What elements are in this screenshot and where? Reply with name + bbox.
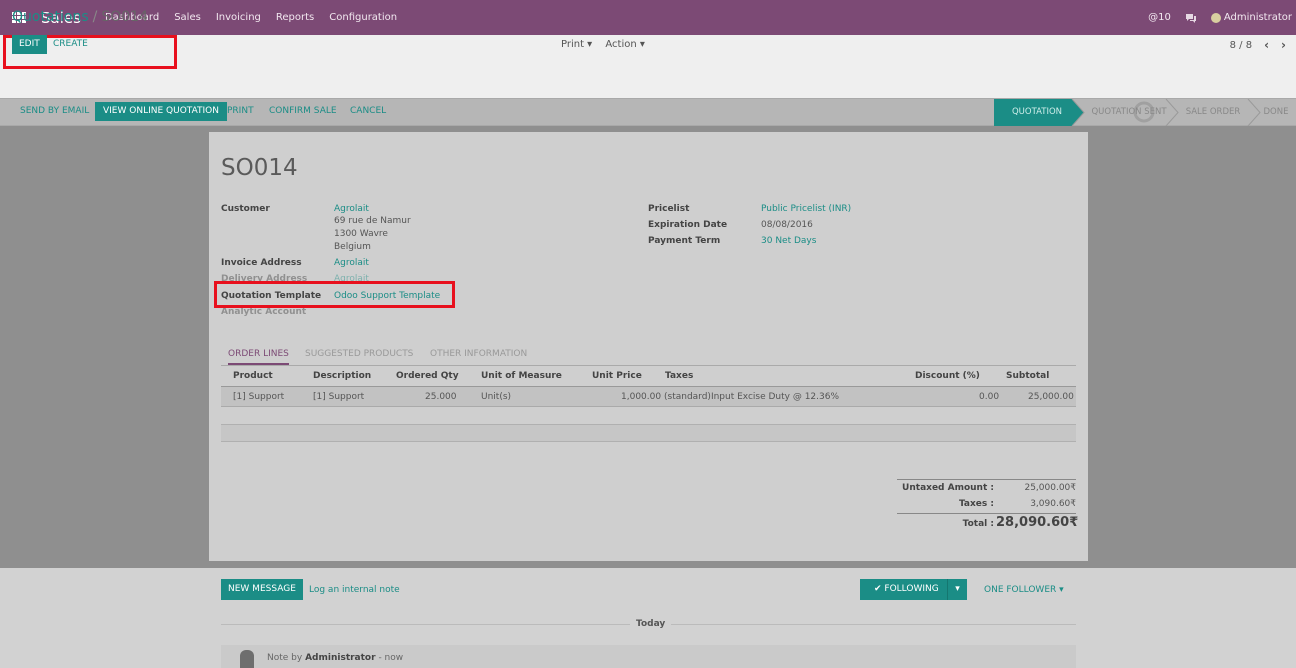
note-prefix: Note by (267, 653, 303, 663)
chat-icon[interactable] (1185, 13, 1197, 23)
column-subtotal[interactable]: Subtotal (1006, 371, 1049, 381)
column-unit-price[interactable]: Unit Price (592, 371, 642, 381)
log-note-link[interactable]: Log an internal note (309, 585, 400, 595)
action-dropdown[interactable]: Action ▾ (605, 39, 645, 50)
column-description[interactable]: Description (313, 371, 371, 381)
customer-address-line: 1300 Wavre (334, 229, 388, 239)
note-author[interactable]: Administrator (305, 653, 375, 663)
menu-sales[interactable]: Sales (174, 12, 201, 23)
view-online-quotation-button[interactable]: VIEW ONLINE QUOTATION (95, 102, 228, 121)
cell-unit-of-measure: Unit(s) (481, 392, 512, 402)
cancel-button[interactable]: CANCEL (350, 102, 386, 121)
print-dropdown[interactable]: Print ▾ (561, 39, 592, 50)
taxes-value: 3,090.60₹ (1030, 499, 1076, 509)
stage-quotation[interactable]: QUOTATION (994, 99, 1080, 126)
totals-divider (897, 513, 1076, 514)
breadcrumb-quotations[interactable]: Quotations (12, 9, 89, 25)
column-unit-of-measure[interactable]: Unit of Measure (481, 371, 562, 381)
column-taxes[interactable]: Taxes (665, 371, 693, 381)
payment-term-link[interactable]: 30 Net Days (761, 236, 816, 246)
user-name: Administrator (1223, 12, 1292, 23)
untaxed-amount-value: 25,000.00₹ (1024, 483, 1076, 493)
cell-unit-price: 1,000.00 (621, 392, 662, 402)
message-header: Note by Administrator - now (267, 653, 403, 663)
confirm-sale-button[interactable]: CONFIRM SALE (269, 102, 337, 121)
edit-button[interactable]: EDIT (12, 35, 47, 54)
untaxed-amount-label: Untaxed Amount : (902, 483, 994, 493)
analytic-account-label: Analytic Account (221, 307, 307, 317)
pager-previous-icon[interactable]: ‹ (1264, 38, 1269, 52)
top-navbar: Sales Dashboard Sales Invoicing Reports … (0, 0, 1296, 35)
pager: 8 / 8 ‹ › (1230, 38, 1286, 52)
tab-suggested-products[interactable]: SUGGESTED PRODUCTS (305, 349, 413, 359)
breadcrumb: Quotations / SO014 (12, 9, 148, 25)
pricelist-link[interactable]: Public Pricelist (INR) (761, 204, 851, 214)
taxes-label: Taxes : (958, 499, 994, 509)
invoice-address-link[interactable]: Agrolait (334, 258, 369, 268)
send-by-email-button[interactable]: SEND BY EMAIL (20, 102, 89, 121)
payment-term-label: Payment Term (648, 236, 721, 246)
total-value: 28,090.60₹ (996, 515, 1079, 530)
following-label: ✔ FOLLOWING (874, 584, 939, 594)
cell-description: [1] Support (313, 392, 365, 402)
user-avatar (1210, 12, 1221, 23)
author-avatar (240, 650, 254, 668)
stage-sale-order[interactable]: SALE ORDER (1178, 99, 1248, 126)
table-row[interactable]: [1] Support [1] Support 25.000 Unit(s) 1… (221, 387, 1076, 407)
print-button[interactable]: PRINT (227, 102, 254, 121)
following-button[interactable]: ✔ FOLLOWING ▾ (860, 579, 967, 600)
breadcrumb-separator: / (92, 9, 98, 25)
tab-order-lines[interactable]: ORDER LINES (228, 349, 289, 365)
cell-ordered-qty: 25.000 (425, 392, 457, 402)
menu-invoicing[interactable]: Invoicing (216, 12, 261, 23)
stage-quotation-sent[interactable]: QUOTATION SENT (1084, 99, 1174, 126)
messages-counter[interactable]: @10 (1148, 12, 1171, 23)
action-dropdowns: Print ▾ Action ▾ (561, 39, 655, 50)
cell-product: [1] Support (233, 392, 285, 402)
customer-label: Customer (221, 204, 270, 214)
customer-address-line: 69 rue de Namur (334, 216, 411, 226)
today-label: Today (630, 619, 672, 629)
customer-link[interactable]: Agrolait (334, 204, 369, 214)
totals-top-divider (897, 479, 1076, 480)
user-menu[interactable]: Administrator (1210, 12, 1292, 23)
cell-discount: 0.00 (979, 392, 1000, 402)
order-lines-header: Product Description Ordered Qty Unit of … (221, 367, 1076, 387)
pager-value: 8 / 8 (1229, 39, 1253, 51)
breadcrumb-current: SO014 (101, 9, 148, 25)
column-discount[interactable]: Discount (%) (915, 371, 980, 381)
followers-dropdown[interactable]: ONE FOLLOWER ▾ (984, 585, 1064, 595)
order-title: SO014 (221, 155, 298, 181)
pager-next-icon[interactable]: › (1281, 38, 1286, 52)
create-button[interactable]: CREATE (53, 35, 88, 54)
new-message-button[interactable]: NEW MESSAGE (221, 579, 303, 600)
column-product[interactable]: Product (233, 371, 273, 381)
cell-taxes: (standard)Input Excise Duty @ 12.36% (664, 392, 840, 402)
table-footer (221, 424, 1076, 442)
template-highlight (214, 281, 455, 308)
total-label: Total : (962, 519, 994, 529)
tab-other-information[interactable]: OTHER INFORMATION (430, 349, 527, 359)
menu-reports[interactable]: Reports (276, 12, 314, 23)
invoice-address-label: Invoice Address (221, 258, 302, 268)
customer-address-line: Belgium (334, 242, 371, 252)
notebook-tabs: ORDER LINES SUGGESTED PRODUCTS OTHER INF… (221, 345, 1076, 366)
following-caret-icon[interactable]: ▾ (947, 579, 967, 600)
cell-subtotal: 25,000.00 (1028, 392, 1074, 402)
stage-done[interactable]: DONE (1256, 99, 1296, 126)
expiration-date-label: Expiration Date (648, 220, 728, 230)
pricelist-label: Pricelist (648, 204, 690, 214)
note-time: - now (378, 653, 404, 663)
column-ordered-qty[interactable]: Ordered Qty (396, 371, 459, 381)
expiration-date-value: 08/08/2016 (761, 220, 813, 230)
menu-configuration[interactable]: Configuration (329, 12, 397, 23)
